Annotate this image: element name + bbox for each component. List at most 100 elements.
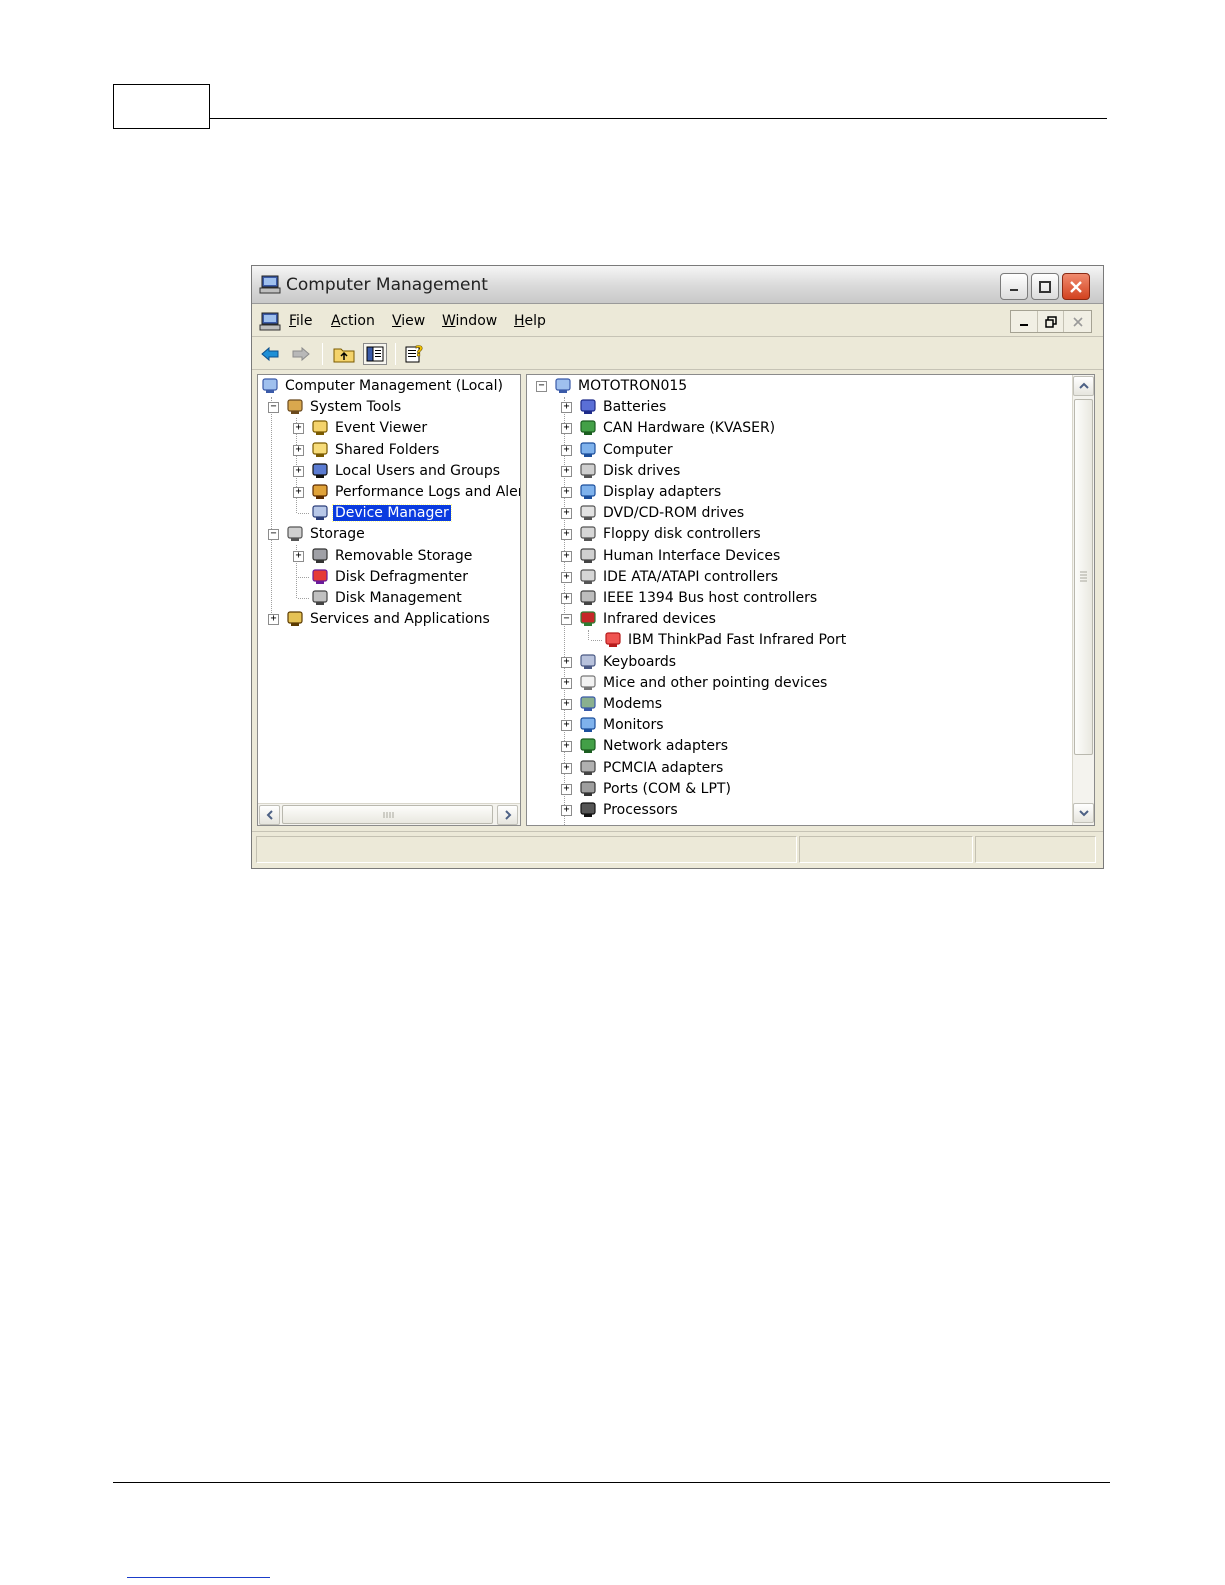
tree-node[interactable]: IDE ATA/ATAPI controllers [578, 567, 780, 587]
expand-button[interactable]: + [561, 783, 572, 795]
vertical-scrollbar[interactable] [1072, 375, 1094, 825]
child-minimize-button[interactable] [1011, 311, 1038, 332]
expand-button[interactable]: + [561, 699, 572, 710]
tree-node[interactable]: Disk Defragmenter [310, 567, 470, 587]
collapse-button[interactable]: − [536, 381, 547, 392]
tree-node[interactable]: Disk drives [578, 461, 682, 481]
expand-button[interactable]: + [561, 402, 572, 414]
tree-node[interactable]: Keyboards [578, 652, 678, 672]
child-close-button[interactable] [1064, 311, 1091, 332]
close-button[interactable] [1062, 273, 1090, 300]
expand-button[interactable]: + [561, 762, 572, 774]
back-button[interactable] [258, 343, 282, 365]
tree-node[interactable]: PCMCIA adapters [578, 758, 725, 778]
console-tree-pane[interactable]: Computer Management (Local) − System Tool… [257, 374, 521, 826]
tree-node[interactable]: Human Interface Devices [578, 546, 782, 566]
collapse-button[interactable]: − [561, 614, 572, 626]
tree-node[interactable]: Performance Logs and Alerts [310, 482, 520, 502]
tree-node[interactable]: Ports (COM & LPT) [578, 779, 733, 799]
horizontal-scrollbar[interactable] [258, 803, 520, 825]
expand-button[interactable]: + [561, 444, 572, 456]
expand-button[interactable]: + [561, 720, 572, 732]
tree-node-label: Batteries [603, 399, 667, 416]
tree-node[interactable]: Computer Management (Local) [260, 376, 505, 396]
horizontal-scroll-thumb[interactable] [282, 805, 493, 824]
tree-node[interactable]: Services and Applications [285, 609, 492, 629]
tree-node[interactable]: DVD/CD-ROM drives [578, 503, 746, 523]
expand-button[interactable]: + [293, 487, 304, 498]
tree-node[interactable]: Storage [285, 524, 367, 544]
menu-window[interactable]: Window [442, 313, 497, 329]
tree-guide-line [271, 397, 272, 619]
tree-node[interactable]: Computer [578, 440, 675, 460]
expand-button[interactable]: + [561, 508, 572, 520]
svg-text:?: ? [415, 344, 423, 360]
vertical-scroll-thumb[interactable] [1074, 399, 1093, 755]
scroll-left-button[interactable] [259, 805, 280, 825]
scroll-down-button[interactable] [1073, 803, 1094, 823]
expand-button[interactable]: + [561, 487, 572, 498]
expand-button[interactable]: + [561, 529, 572, 541]
tree-node[interactable]: Monitors [578, 715, 666, 735]
tree-node-label: Network adapters [603, 738, 728, 755]
tree-node[interactable]: Modems [578, 694, 664, 714]
expand-button[interactable]: + [561, 465, 572, 477]
tree-node[interactable]: Floppy disk controllers [578, 524, 763, 544]
expand-button[interactable]: + [268, 614, 279, 626]
tree-node[interactable]: Local Users and Groups [310, 461, 502, 481]
tree-node[interactable]: IEEE 1394 Bus host controllers [578, 588, 819, 608]
tree-node[interactable]: CAN Hardware (KVASER) [578, 418, 777, 438]
minimize-button[interactable] [1000, 273, 1028, 300]
collapse-button[interactable]: − [268, 402, 279, 414]
tools-icon [287, 399, 303, 415]
expand-button[interactable]: + [293, 465, 304, 477]
tree-node[interactable]: Device Manager [310, 503, 452, 523]
tree-node[interactable]: Network adapters [578, 736, 730, 756]
tree-connector [298, 598, 309, 599]
expand-button[interactable]: + [293, 423, 304, 435]
computer-icon[interactable] [259, 312, 281, 336]
menu-action[interactable]: Action [331, 313, 375, 329]
maximize-button[interactable] [1031, 273, 1059, 300]
expand-button[interactable]: + [561, 805, 572, 816]
tree-node[interactable]: Batteries [578, 397, 668, 417]
title-bar[interactable]: Computer Management [252, 266, 1103, 304]
up-one-level-button[interactable] [332, 343, 356, 365]
scroll-up-button[interactable] [1073, 376, 1094, 396]
expand-button[interactable]: + [561, 677, 572, 689]
show-hide-tree-button[interactable] [363, 343, 387, 365]
services-icon [287, 611, 303, 627]
tree-node[interactable]: Processors [578, 800, 680, 820]
collapse-button[interactable]: − [268, 529, 279, 541]
expand-button[interactable]: + [561, 593, 572, 604]
menu-file[interactable]: File [289, 313, 312, 329]
grip-icon [1080, 571, 1087, 582]
tree-node[interactable]: IBM ThinkPad Fast Infrared Port [603, 630, 848, 650]
tree-node[interactable]: Event Viewer [310, 418, 429, 438]
expand-button[interactable]: + [293, 550, 304, 562]
forward-button[interactable] [289, 343, 313, 365]
chevron-up-icon [1078, 382, 1089, 389]
expand-button[interactable]: + [561, 656, 572, 668]
tree-node[interactable]: System Tools [285, 397, 403, 417]
computer-icon [262, 378, 278, 393]
expand-button[interactable]: + [561, 423, 572, 435]
expand-button[interactable]: + [561, 741, 572, 753]
help-button[interactable]: ? [403, 343, 427, 365]
tree-node[interactable]: MOTOTRON015 [553, 376, 689, 396]
tree-node[interactable]: Infrared devices [578, 609, 718, 629]
child-restore-button[interactable] [1038, 311, 1065, 332]
tree-node[interactable]: Mice and other pointing devices [578, 673, 829, 693]
tree-node[interactable]: Removable Storage [310, 546, 474, 566]
menu-view[interactable]: View [392, 313, 425, 329]
expand-button[interactable]: + [293, 444, 304, 456]
tree-node[interactable]: Shared Folders [310, 440, 441, 460]
menu-help[interactable]: Help [514, 313, 546, 329]
device-tree-pane[interactable]: − MOTOTRON015 + Batteries + CAN Hardware (… [526, 374, 1095, 826]
expand-button[interactable]: + [561, 571, 572, 583]
tree-node[interactable]: Disk Management [310, 588, 464, 608]
expand-button[interactable]: + [561, 550, 572, 562]
scroll-right-button[interactable] [497, 805, 518, 825]
tree-node[interactable]: Display adapters [578, 482, 723, 502]
tree-node-label: Local Users and Groups [335, 462, 501, 479]
